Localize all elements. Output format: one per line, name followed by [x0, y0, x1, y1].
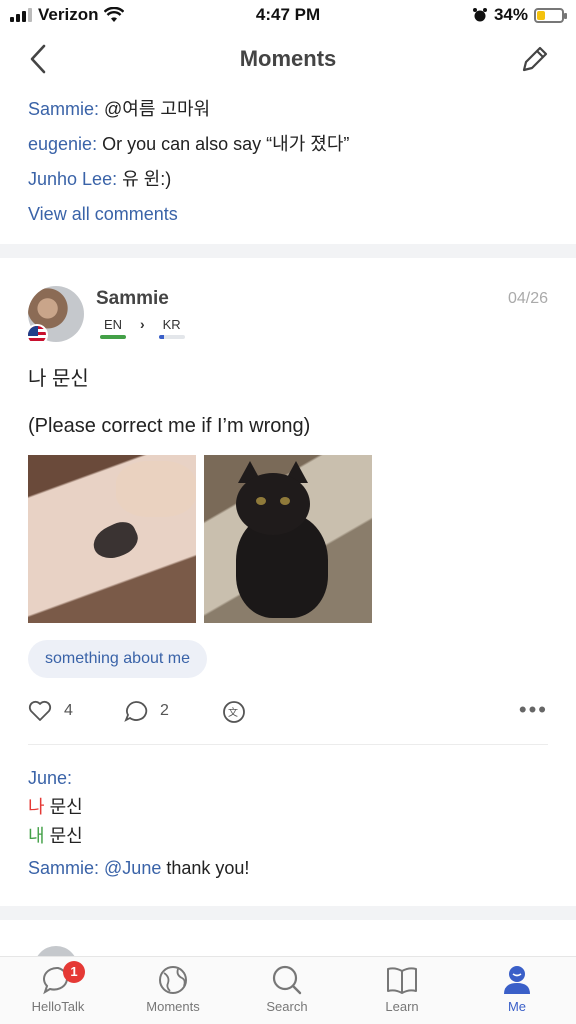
corrected-word: 내 — [28, 826, 45, 846]
tab-label: Moments — [146, 999, 200, 1014]
topic-tag[interactable]: something about me — [28, 640, 207, 678]
comment-author[interactable]: Sammie: — [28, 858, 99, 878]
photo-detail — [88, 516, 143, 566]
comment-list: Sammie: @여름 고마워 eugenie: Or you can also… — [28, 92, 548, 232]
learning-level-bar — [158, 335, 185, 339]
mention-link[interactable]: @June — [104, 858, 161, 878]
edit-pencil-icon[interactable] — [518, 42, 550, 76]
battery-icon — [534, 7, 567, 23]
us-flag-icon — [26, 324, 48, 346]
nav-bar: Moments — [0, 30, 576, 88]
comment-author[interactable]: Sammie: — [28, 99, 99, 119]
learning-language: KR — [162, 317, 181, 332]
svg-text:文: 文 — [228, 706, 238, 719]
status-bar: Verizon 4:47 PM 34% — [0, 0, 576, 30]
correction-fixed: 내 문신 — [28, 822, 548, 851]
photo-detail — [280, 497, 290, 505]
native-language: EN — [103, 317, 123, 332]
chevron-right-icon: › — [140, 316, 145, 332]
post-text: 나 문신 — [28, 368, 89, 390]
native-level-bar — [100, 335, 126, 339]
reply-comment: Sammie: @June thank you! — [28, 858, 249, 879]
like-count: 4 — [64, 702, 73, 719]
comment-bubble-icon — [124, 701, 148, 722]
comment-text: 유 윈:) — [122, 169, 172, 189]
comment-item: Sammie: @여름 고마워 — [28, 92, 548, 127]
comment-author[interactable]: Junho Lee: — [28, 169, 117, 189]
comment-count: 2 — [160, 702, 169, 719]
correction-original: 나 문신 — [28, 793, 548, 822]
tab-label: HelloTalk — [31, 999, 85, 1014]
heart-icon — [28, 700, 52, 721]
correction-text: 문신 — [44, 826, 83, 846]
view-all-comments-link[interactable]: View all comments — [28, 197, 548, 232]
divider — [28, 744, 548, 745]
incorrect-word: 나 — [28, 797, 45, 817]
post-photo-tattoo[interactable] — [28, 455, 196, 623]
translate-icon: 文 — [223, 701, 245, 723]
post-date: 04/26 — [507, 290, 548, 307]
language-levels: EN › KR — [100, 316, 185, 339]
tab-moments[interactable]: Moments — [128, 965, 218, 1014]
comment-text: Or you can also say “내가 졌다” — [102, 134, 350, 154]
tab-label: Me — [507, 999, 527, 1014]
comment-item: eugenie: Or you can also say “내가 졌다” — [28, 127, 548, 162]
tab-label: Learn — [385, 999, 419, 1014]
post-text: (Please correct me if I’m wrong) — [28, 415, 311, 437]
photo-detail — [256, 497, 266, 505]
notification-badge: 1 — [63, 961, 85, 983]
like-button[interactable]: 4 — [28, 700, 73, 722]
more-options-icon[interactable]: ••• — [519, 699, 548, 721]
globe-icon — [159, 966, 187, 994]
tab-me[interactable]: Me — [472, 965, 562, 1014]
correction-comment: June: 나 문신 내 문신 — [28, 764, 548, 851]
alarm-icon — [472, 8, 487, 22]
comment-text: thank you! — [161, 858, 250, 878]
next-post-peek — [0, 920, 576, 960]
translate-button[interactable]: 文 — [222, 700, 246, 724]
photo-detail — [116, 461, 196, 517]
profile-icon — [504, 966, 530, 994]
photo-detail — [236, 473, 310, 535]
search-icon — [272, 965, 302, 995]
post-photo-cat[interactable] — [204, 455, 372, 623]
tab-learn[interactable]: Learn — [357, 965, 447, 1014]
comment-button[interactable]: 2 — [124, 700, 169, 722]
book-icon — [387, 967, 417, 994]
comment-item: Junho Lee: 유 윈:) — [28, 162, 548, 197]
post-actions: 4 2 文 ••• — [28, 699, 548, 730]
tab-hellotalk[interactable]: 1 HelloTalk — [13, 961, 103, 1014]
tab-search[interactable]: Search — [242, 965, 332, 1014]
comment-author[interactable]: June: — [28, 764, 548, 793]
tab-label: Search — [266, 999, 308, 1014]
bottom-tab-bar: 1 HelloTalk Moments Search Learn Me — [0, 956, 576, 1024]
comment-author[interactable]: eugenie: — [28, 134, 97, 154]
post-username[interactable]: Sammie — [96, 288, 169, 310]
section-separator — [0, 244, 576, 258]
battery-percent: 34% — [493, 5, 528, 24]
comment-text: @여름 고마워 — [104, 99, 211, 119]
section-separator — [0, 906, 576, 920]
page-title: Moments — [239, 46, 337, 71]
correction-text: 문신 — [44, 797, 83, 817]
avatar[interactable] — [26, 286, 84, 346]
